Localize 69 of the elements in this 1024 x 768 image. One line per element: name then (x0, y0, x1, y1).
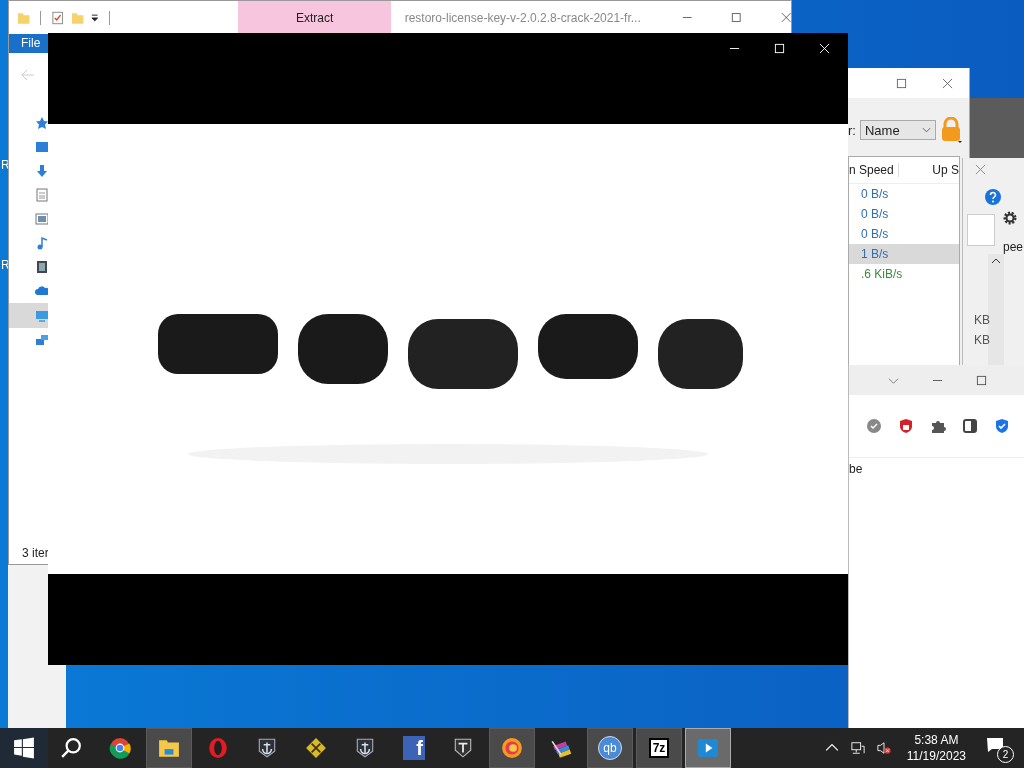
speaker-muted-icon[interactable] (876, 741, 891, 755)
taskbar-app-button[interactable] (146, 728, 192, 768)
pictures-icon (35, 212, 49, 226)
torrent-row[interactable]: 0 B/s (849, 224, 959, 244)
shield-lock-icon[interactable] (898, 418, 914, 434)
browser-icon (109, 737, 131, 759)
clock-date[interactable]: 11/19/2023 (906, 748, 966, 764)
shield-icon (452, 737, 474, 759)
ring-icon (207, 737, 229, 759)
torrent-row[interactable]: .6 KiB/s (849, 264, 959, 284)
diamond-icon (305, 737, 327, 759)
column-header[interactable]: Up S (932, 163, 959, 177)
sidebar-icon[interactable] (962, 418, 978, 434)
settings-icon[interactable] (1002, 210, 1018, 226)
sort-label: r: (848, 122, 856, 138)
clock-time[interactable]: 5:38 AM (914, 732, 959, 748)
start-button[interactable] (0, 728, 48, 768)
torrent-row[interactable]: 1 B/s (849, 244, 959, 264)
star-icon (35, 116, 49, 130)
film-icon (35, 260, 49, 274)
app-logo: 7z (648, 738, 670, 758)
notification-button[interactable]: 2 (986, 735, 1012, 761)
taskbar-app-button[interactable]: qb (587, 728, 633, 768)
maximize-icon[interactable] (976, 374, 987, 386)
folder-icon (158, 737, 180, 759)
scrollbar[interactable] (988, 254, 1004, 368)
window-title: restoro-license-key-v-2.0.2.8-crack-2021-fr... (404, 10, 642, 25)
search-icon (60, 737, 82, 759)
network-icon[interactable] (850, 741, 865, 755)
speed-text: 0 B/s (861, 227, 889, 241)
document-icon (35, 188, 49, 202)
status-text: 3 iter (22, 546, 49, 560)
checklist-icon[interactable] (51, 10, 65, 25)
desktop-icon (35, 140, 49, 154)
table-cell: KB (974, 313, 990, 327)
message-icon (986, 737, 1004, 753)
speed-text: .6 KiB/s (861, 267, 903, 281)
taskbar-app-button[interactable] (489, 728, 535, 768)
column-header[interactable]: n Speed (849, 163, 899, 177)
target-icon (501, 737, 523, 759)
speed-text: 0 B/s (861, 187, 889, 201)
play-icon (697, 737, 719, 759)
caret-up-icon[interactable] (991, 258, 1001, 264)
taskbar-app-button[interactable]: f (391, 728, 437, 768)
taskbar-app-button[interactable]: 7z (636, 728, 682, 768)
network-icon (35, 333, 49, 347)
anchor-icon (354, 737, 376, 759)
app-logo: qb (598, 736, 622, 760)
page-text: be (849, 462, 864, 476)
column-header[interactable]: pee (1003, 240, 1024, 254)
puzzle-icon[interactable] (930, 418, 946, 434)
download-icon (35, 164, 49, 178)
torrent-row[interactable]: 0 B/s (849, 184, 959, 204)
table-cell: KB (974, 333, 990, 347)
speed-text: 1 B/s (861, 247, 889, 261)
help-icon[interactable] (985, 189, 1001, 205)
cloud-icon (35, 284, 49, 298)
contextual-tab[interactable]: Extract (238, 1, 391, 34)
caret-icon (921, 127, 931, 133)
start-icon (13, 737, 35, 759)
speed-text: 0 B/s (861, 207, 889, 221)
music-icon (35, 236, 49, 250)
sort-dropdown[interactable]: Name (859, 120, 936, 140)
computer-icon (35, 308, 49, 323)
anchor-icon (256, 737, 278, 759)
dropdown-icon[interactable] (89, 12, 100, 23)
input-field[interactable] (967, 214, 995, 246)
facebook-logo: f (403, 736, 425, 760)
torrent-row[interactable]: 0 B/s (849, 204, 959, 224)
